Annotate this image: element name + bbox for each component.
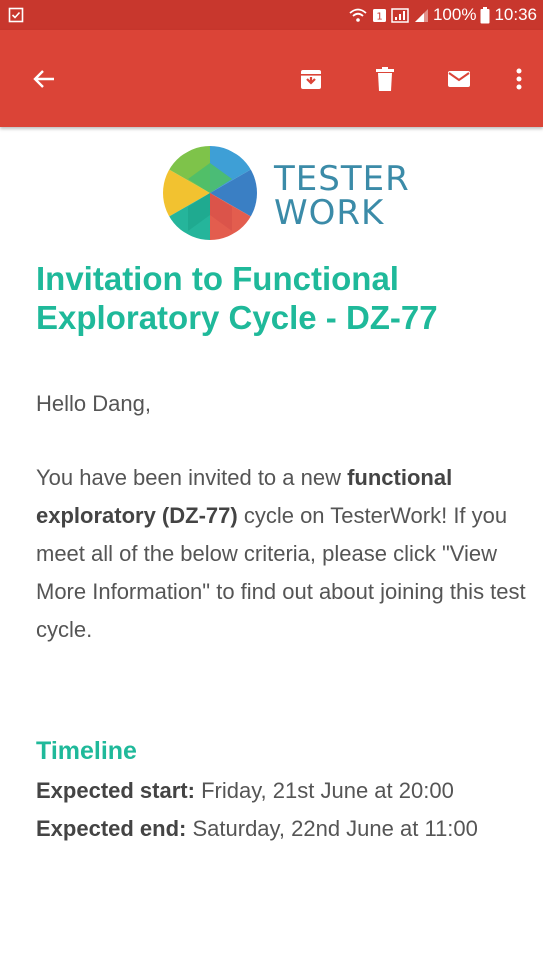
battery-percent: 100%	[432, 5, 477, 24]
logo-line-2: WORK	[274, 192, 385, 233]
intro-paragraph: You have been invited to a new functiona…	[36, 459, 526, 649]
wifi-icon	[348, 7, 368, 23]
back-arrow-icon[interactable]	[30, 59, 58, 99]
logo-text: TESTER WORK	[274, 162, 410, 230]
notification-icon	[8, 7, 24, 23]
expected-end-label: Expected end:	[36, 816, 187, 841]
status-time: 10:36	[494, 5, 537, 24]
mark-unread-icon[interactable]	[439, 59, 479, 99]
timeline-details: Expected start: Friday, 21st June at 20:…	[36, 772, 516, 848]
expected-start-label: Expected start:	[36, 778, 195, 803]
archive-icon[interactable]	[291, 59, 331, 99]
battery-icon	[480, 6, 490, 24]
testerwork-logo: TESTER WORK	[160, 143, 410, 248]
expected-start-value: Friday, 21st June at 20:00	[194, 778, 454, 803]
app-bar	[0, 30, 543, 127]
greeting: Hello Dang,	[36, 391, 151, 416]
email-title: Invitation to Functional Exploratory Cyc…	[36, 260, 438, 336]
expected-end-value: Saturday, 22nd June at 11:00	[186, 816, 478, 841]
logo-mark-icon	[160, 143, 260, 248]
sim-icon: 1	[372, 7, 387, 23]
expected-start: Expected start: Friday, 21st June at 20:…	[36, 772, 516, 810]
timeline-heading: Timeline	[36, 737, 137, 765]
signal-icon	[413, 7, 429, 23]
intro-text-pre: You have been invited to a new	[36, 465, 348, 490]
email-body: TESTER WORK Invitation to Functional Exp…	[0, 127, 543, 961]
svg-text:1: 1	[376, 12, 382, 23]
more-options-icon[interactable]	[507, 59, 531, 99]
status-bar: 1 100% 10:36	[0, 0, 543, 30]
data-signal-icon	[391, 7, 409, 23]
expected-end: Expected end: Saturday, 22nd June at 11:…	[36, 810, 516, 848]
logo-line-1: TESTER	[274, 158, 410, 199]
delete-icon[interactable]	[365, 59, 405, 99]
